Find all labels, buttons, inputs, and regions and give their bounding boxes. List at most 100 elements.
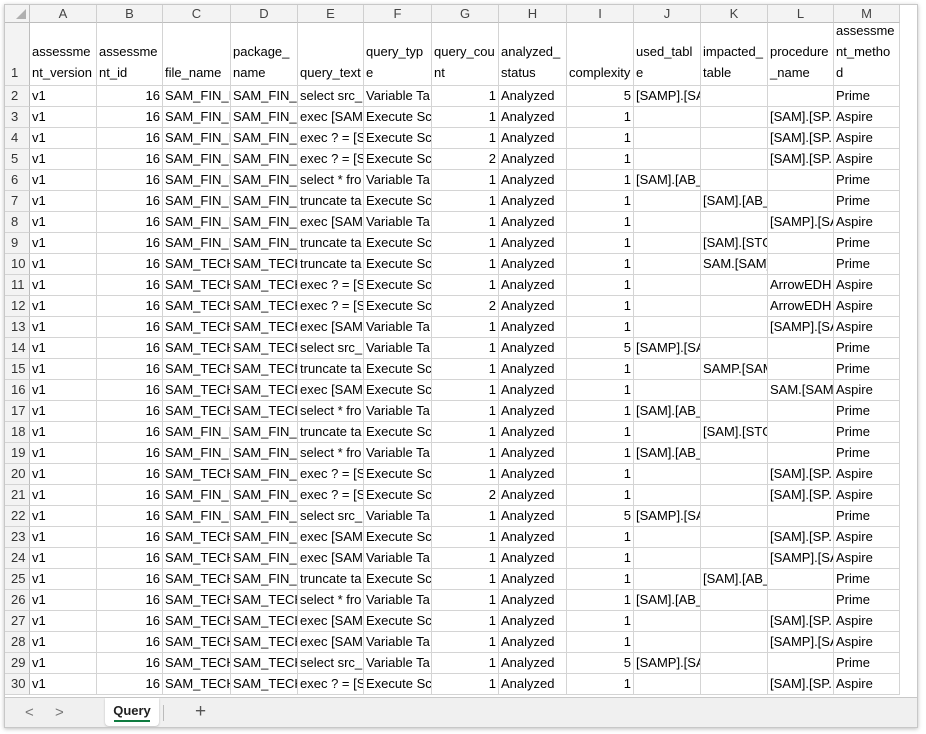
cell-g[interactable]: 1: [432, 233, 499, 254]
cell-m[interactable]: Aspire: [834, 128, 900, 149]
cell-g[interactable]: 1: [432, 653, 499, 674]
cell-d[interactable]: SAM_FIN_I: [231, 548, 298, 569]
cell-l[interactable]: [768, 233, 834, 254]
cell-e[interactable]: truncate ta: [298, 254, 364, 275]
cell-h[interactable]: Analyzed: [499, 569, 567, 590]
cell-i[interactable]: 1: [567, 632, 634, 653]
cell-g[interactable]: 1: [432, 401, 499, 422]
cell-i[interactable]: 1: [567, 107, 634, 128]
cell-m[interactable]: Prime: [834, 359, 900, 380]
cell-k[interactable]: [SAM].[AB_STG_DIM_I: [701, 569, 768, 590]
cell-j[interactable]: [634, 107, 701, 128]
cell-j[interactable]: [SAM].[AB_STG_DIM_PROJECT]: [634, 170, 701, 191]
cell-a[interactable]: v1: [30, 548, 97, 569]
cell-a[interactable]: v1: [30, 212, 97, 233]
cell-l[interactable]: [SAM].[SP.: [768, 107, 834, 128]
cell-l[interactable]: [768, 359, 834, 380]
cell-l[interactable]: [SAM].[SP.: [768, 611, 834, 632]
cell-f[interactable]: Execute Sc: [364, 254, 432, 275]
cell-b[interactable]: 16: [97, 317, 163, 338]
cell-l[interactable]: ArrowEDH: [768, 275, 834, 296]
cell-a[interactable]: v1: [30, 443, 97, 464]
cell-m[interactable]: Aspire: [834, 296, 900, 317]
cell-e[interactable]: select src_: [298, 86, 364, 107]
row-number[interactable]: 15: [5, 359, 30, 380]
column-header-e[interactable]: E: [298, 5, 364, 23]
row-number[interactable]: 25: [5, 569, 30, 590]
cell-d[interactable]: SAM_TECH: [231, 317, 298, 338]
cell-l[interactable]: [SAM].[SP.: [768, 149, 834, 170]
cell-m[interactable]: Aspire: [834, 485, 900, 506]
cell-l[interactable]: [768, 422, 834, 443]
cell-f[interactable]: Execute Sc: [364, 191, 432, 212]
cell-c[interactable]: SAM_TECH: [163, 548, 231, 569]
cell-a[interactable]: v1: [30, 359, 97, 380]
cell-b[interactable]: 16: [97, 359, 163, 380]
row-number[interactable]: 22: [5, 506, 30, 527]
cell-f[interactable]: Execute Sc: [364, 380, 432, 401]
row-number[interactable]: 18: [5, 422, 30, 443]
cell-d[interactable]: SAM_FIN_I: [231, 170, 298, 191]
cell-g[interactable]: 2: [432, 149, 499, 170]
column-header-h[interactable]: H: [499, 5, 567, 23]
cell-i[interactable]: 1: [567, 464, 634, 485]
cell-b[interactable]: 16: [97, 611, 163, 632]
cell-a[interactable]: v1: [30, 128, 97, 149]
cell-e[interactable]: exec ? = [S: [298, 128, 364, 149]
cell-i[interactable]: 5: [567, 506, 634, 527]
cell-m[interactable]: Aspire: [834, 611, 900, 632]
cell-h[interactable]: Analyzed: [499, 107, 567, 128]
cell-f[interactable]: Variable Ta: [364, 548, 432, 569]
cell-a[interactable]: v1: [30, 317, 97, 338]
cell-a[interactable]: v1: [30, 632, 97, 653]
cell-a[interactable]: v1: [30, 422, 97, 443]
cell-d[interactable]: SAM_TECH: [231, 674, 298, 695]
cell-m[interactable]: Prime: [834, 401, 900, 422]
cell-d[interactable]: SAM_TECH: [231, 611, 298, 632]
row-number[interactable]: 14: [5, 338, 30, 359]
cell-f[interactable]: Execute Sc: [364, 569, 432, 590]
cell-b[interactable]: 16: [97, 275, 163, 296]
column-header-d[interactable]: D: [231, 5, 298, 23]
cell-j[interactable]: [634, 569, 701, 590]
cell-d[interactable]: SAM_FIN_I: [231, 506, 298, 527]
cell-a[interactable]: v1: [30, 296, 97, 317]
cell-j[interactable]: [634, 254, 701, 275]
cell-h[interactable]: Analyzed: [499, 422, 567, 443]
cell-k[interactable]: [701, 590, 768, 611]
cell-f[interactable]: Variable Ta: [364, 86, 432, 107]
cell-l[interactable]: [768, 254, 834, 275]
cell-h[interactable]: Analyzed: [499, 401, 567, 422]
cell-k[interactable]: [701, 548, 768, 569]
cell-f[interactable]: Execute Sc: [364, 359, 432, 380]
cell-b[interactable]: 16: [97, 401, 163, 422]
row-number[interactable]: 5: [5, 149, 30, 170]
cell-m[interactable]: Prime: [834, 653, 900, 674]
cell-k[interactable]: [701, 506, 768, 527]
cell-c[interactable]: SAM_FIN_I: [163, 443, 231, 464]
cell-e[interactable]: exec [SAM: [298, 107, 364, 128]
cell-l[interactable]: SAM.[SAM: [768, 380, 834, 401]
cell-j[interactable]: [634, 359, 701, 380]
cell-c[interactable]: SAM_FIN_I: [163, 191, 231, 212]
cell-c[interactable]: SAM_TECH: [163, 653, 231, 674]
cell-m[interactable]: Prime: [834, 443, 900, 464]
cell-d[interactable]: SAM_TECH: [231, 359, 298, 380]
cell-e[interactable]: exec [SAM: [298, 317, 364, 338]
cell-j[interactable]: [634, 233, 701, 254]
column-header-b[interactable]: B: [97, 5, 163, 23]
row-number[interactable]: 2: [5, 86, 30, 107]
cell-d[interactable]: SAM_FIN_I: [231, 527, 298, 548]
row-number[interactable]: 29: [5, 653, 30, 674]
cell-l[interactable]: [SAM].[SP.: [768, 128, 834, 149]
cell-k[interactable]: [701, 128, 768, 149]
row-number[interactable]: 23: [5, 527, 30, 548]
cell-f[interactable]: Execute Sc: [364, 674, 432, 695]
cell-g[interactable]: 1: [432, 443, 499, 464]
cell-d[interactable]: SAM_TECH: [231, 401, 298, 422]
cell-i[interactable]: 1: [567, 569, 634, 590]
cell-e[interactable]: exec [SAM: [298, 632, 364, 653]
cell-k[interactable]: [701, 380, 768, 401]
cell-e[interactable]: exec ? = [S: [298, 674, 364, 695]
column-header-i[interactable]: I: [567, 5, 634, 23]
